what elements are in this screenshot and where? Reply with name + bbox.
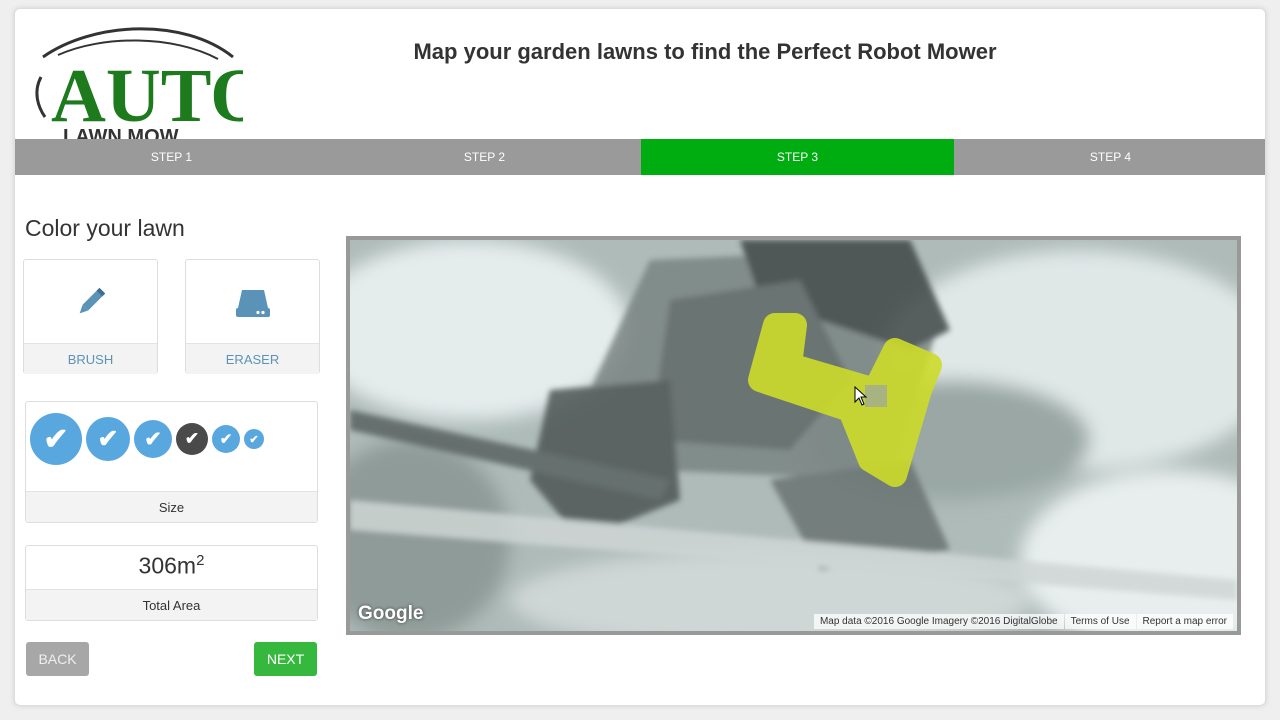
page-title: Map your garden lawns to find the Perfec… <box>413 39 997 64</box>
brush-label: BRUSH <box>24 343 157 374</box>
area-value: 306m2 <box>26 552 317 580</box>
section-title: Color your lawn <box>25 215 185 241</box>
area-label: Total Area <box>26 589 317 620</box>
eraser-icon <box>235 289 270 317</box>
step-bar: STEP 1 STEP 2 STEP 3 STEP 4 <box>15 139 1265 175</box>
report-map-error-link[interactable]: Report a map error <box>1136 614 1233 629</box>
step-2-tab[interactable]: STEP 2 <box>328 139 641 175</box>
size-option-3[interactable]: ✔ <box>134 420 172 458</box>
google-logo: Google <box>358 603 424 624</box>
next-button[interactable]: NEXT <box>254 642 317 676</box>
back-button[interactable]: BACK <box>26 642 89 676</box>
area-number: 306m <box>138 552 197 579</box>
map-attribution-bar: Map data ©2016 Google Imagery ©2016 Digi… <box>813 614 1233 629</box>
step-1-tab[interactable]: STEP 1 <box>15 139 328 175</box>
size-option-6[interactable]: ✔ <box>244 429 264 449</box>
size-option-1[interactable]: ✔ <box>30 413 82 465</box>
terms-of-use-link[interactable]: Terms of Use <box>1064 614 1136 629</box>
step-4-tab[interactable]: STEP 4 <box>954 139 1265 175</box>
eraser-tool-button[interactable]: ERASER <box>185 259 320 374</box>
area-exponent: 2 <box>196 552 205 569</box>
total-area-panel: 306m2 Total Area <box>25 545 318 621</box>
satellite-map[interactable]: Google Map data ©2016 Google Imagery ©20… <box>346 236 1241 635</box>
eraser-label: ERASER <box>186 343 319 374</box>
step-3-tab[interactable]: STEP 3 <box>641 139 954 175</box>
size-option-2[interactable]: ✔ <box>86 417 130 461</box>
map-data-credit: Map data ©2016 Google Imagery ©2016 Digi… <box>813 614 1064 629</box>
mouse-cursor-icon <box>854 386 868 406</box>
size-label: Size <box>26 491 317 522</box>
brush-tool-button[interactable]: BRUSH <box>23 259 158 374</box>
satellite-imagery <box>350 240 1237 631</box>
size-option-4-selected[interactable]: ✔ <box>176 423 208 455</box>
pencil-icon <box>79 287 105 313</box>
app-frame: AUTO LAWN MOW Map your garden lawns to f… <box>14 8 1266 706</box>
brush-size-panel: ✔ ✔ ✔ ✔ ✔ ✔ Size <box>25 401 318 523</box>
auto-lawn-mow-logo: AUTO LAWN MOW <box>33 17 269 148</box>
size-option-5[interactable]: ✔ <box>212 425 240 453</box>
